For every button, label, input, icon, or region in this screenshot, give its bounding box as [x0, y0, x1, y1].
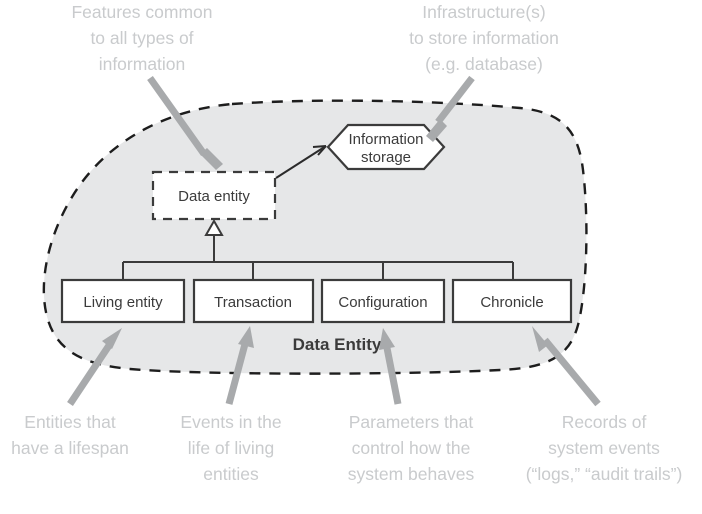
information-storage-node[interactable]: Information storage: [326, 123, 446, 171]
callout-living-entity-line2: have a lifespan: [11, 438, 129, 458]
callout-transaction-line1: Events in the: [180, 412, 281, 432]
abstract-data-entity-node[interactable]: Data entity: [151, 170, 277, 221]
living-entity-label: Living entity: [83, 294, 163, 311]
chronicle-node[interactable]: Chronicle: [451, 278, 573, 324]
transaction-node[interactable]: Transaction: [192, 278, 315, 324]
callout-configuration-line2: control how the: [352, 438, 471, 458]
callout-features-line3: information: [99, 54, 186, 74]
callout-living-entity-line1: Entities that: [24, 412, 116, 432]
callout-features-line1: Features common: [71, 2, 212, 22]
callout-transaction-line2: life of living: [188, 438, 275, 458]
transaction-label: Transaction: [214, 294, 292, 311]
callout-chronicle: Records of system events (“logs,” “audit…: [526, 326, 683, 484]
callout-chronicle-line1: Records of: [562, 412, 647, 432]
callout-transaction-line3: entities: [203, 464, 259, 484]
callout-configuration-line3: system behaves: [348, 464, 475, 484]
information-storage-label-line2: storage: [361, 149, 411, 166]
diagram-canvas: Information storage Data entity Living e…: [11, 2, 683, 484]
callout-features-line2: to all types of: [90, 28, 193, 48]
configuration-node[interactable]: Configuration: [320, 278, 446, 324]
data-entity-diagram: Information storage Data entity Living e…: [0, 0, 702, 514]
living-entity-node[interactable]: Living entity: [60, 278, 186, 324]
callout-infrastructure-line2: to store information: [409, 28, 559, 48]
callout-chronicle-line2: system events: [548, 438, 660, 458]
chronicle-label: Chronicle: [480, 294, 543, 311]
callout-chronicle-line3: (“logs,” “audit trails”): [526, 464, 683, 484]
callout-infrastructure-line1: Infrastructure(s): [422, 2, 546, 22]
information-storage-label-line1: Information: [348, 131, 423, 148]
configuration-label: Configuration: [338, 294, 427, 311]
data-entity-group-blob: [42, 99, 588, 375]
callout-configuration-line1: Parameters that: [349, 412, 474, 432]
callout-infrastructure-line3: (e.g. database): [425, 54, 543, 74]
callout-chronicle-arrow-line: [542, 337, 601, 407]
group-label: Data Entity: [293, 335, 382, 354]
abstract-data-entity-label: Data entity: [178, 188, 250, 205]
